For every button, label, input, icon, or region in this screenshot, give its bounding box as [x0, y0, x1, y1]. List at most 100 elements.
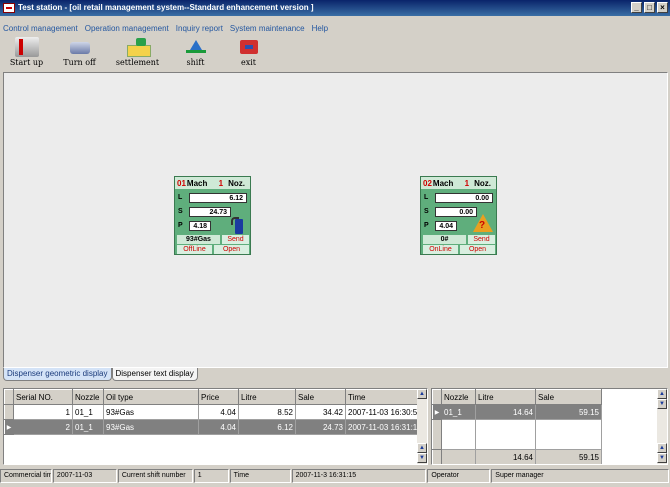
cell-sale: 34.42 — [295, 404, 346, 420]
column-header-sale[interactable]: Sale — [535, 389, 602, 405]
column-header-sale[interactable]: Sale — [295, 389, 346, 405]
exit-label: exit — [240, 58, 257, 67]
scroll-up-button[interactable]: ▲ — [657, 389, 667, 399]
window-controls: _ □ × — [631, 2, 668, 13]
row-indicator-arrow: ▶ — [432, 404, 442, 420]
table-row-selected[interactable]: ▶ 2 01_1 93#Gas 4.04 6.12 24.73 2007-11-… — [4, 419, 422, 435]
column-header-nozzle[interactable]: Nozzle — [441, 389, 476, 405]
scroll-down-button[interactable]: ▼ — [657, 453, 667, 463]
table-row-selected[interactable]: ▶ 01_1 14.64 59.15 — [432, 404, 658, 420]
settlement-label: settlement — [115, 58, 160, 67]
table-row[interactable]: 1 01_1 93#Gas 4.04 8.52 34.42 2007-11-03… — [4, 404, 422, 420]
display-tabs: Dispenser geometric display Dispenser te… — [3, 368, 198, 382]
open-button[interactable]: Open — [214, 245, 249, 254]
online-status-button[interactable]: OffLine — [177, 245, 212, 254]
menu-operation-management[interactable]: Operation management — [85, 24, 169, 33]
online-status-button[interactable]: OnLine — [423, 245, 458, 254]
total-litre: 14.64 — [475, 449, 536, 464]
dispenser-01[interactable]: 01 Mach 1 Noz. L 6.12 S 24.73 P 4.18 93#G… — [174, 176, 251, 255]
cell-serial: 1 — [13, 404, 73, 420]
cell-price: 4.04 — [198, 404, 239, 420]
cell-nozzle: 01_1 — [72, 404, 104, 420]
column-header-litre[interactable]: Litre — [475, 389, 536, 405]
window-title: Test station - [oil retail management sy… — [18, 3, 314, 12]
settlement-button[interactable]: settlement — [106, 37, 169, 70]
table-header-row: Nozzle Litre Sale — [432, 389, 658, 405]
menu-inquiry-report[interactable]: Inquiry report — [176, 24, 223, 33]
shift-icon — [184, 37, 208, 57]
nozzle-count: 1 — [464, 178, 470, 188]
column-header-nozzle[interactable]: Nozzle — [72, 389, 104, 405]
vertical-scrollbar[interactable]: ▲ ▼ ▲ ▼ — [657, 389, 667, 464]
nozzle-summary-grid: Nozzle Litre Sale ▶ 01_1 14.64 59.15 14.… — [431, 388, 668, 465]
column-header-litre[interactable]: Litre — [238, 389, 296, 405]
dispenser-02[interactable]: 02 Mach 1 Noz. L 0.00 S 0.00 P 4.04 0# Se… — [420, 176, 497, 255]
tab-text-display[interactable]: Dispenser text display — [111, 368, 198, 381]
cell-oil-type: 93#Gas — [103, 419, 199, 435]
start-up-button[interactable]: Start up — [0, 37, 53, 70]
send-button[interactable]: Send — [222, 235, 249, 244]
sale-value: 24.73 — [189, 207, 231, 217]
sale-value: 0.00 — [435, 207, 477, 217]
cell-sale: 24.73 — [295, 419, 346, 435]
shift-button[interactable]: shift — [169, 37, 222, 70]
menu-control-management[interactable]: Control management — [3, 24, 78, 33]
nozzle-summary-table: Nozzle Litre Sale ▶ 01_1 14.64 59.15 14.… — [432, 389, 658, 464]
minimize-button[interactable]: _ — [631, 2, 642, 13]
cell-sale: 59.15 — [535, 404, 602, 420]
warning-question-icon — [473, 214, 493, 234]
scroll-down-button[interactable]: ▼ — [657, 399, 667, 409]
cell-litre: 6.12 — [238, 419, 296, 435]
commercial-time-label: Commercial time — [0, 469, 52, 483]
column-header-serial[interactable]: Serial NO. — [13, 389, 73, 405]
tab-geometric-display[interactable]: Dispenser geometric display — [3, 368, 112, 381]
column-header-time[interactable]: Time — [345, 389, 422, 405]
exit-icon — [237, 37, 261, 57]
nozzle-count: 1 — [218, 178, 224, 188]
scroll-down-button[interactable]: ▼ — [417, 453, 427, 463]
status-bar: Commercial time 2007-11-03 Current shift… — [0, 469, 670, 485]
dispenser-mach-label: Mach — [186, 178, 208, 188]
cell-time: 2007-11-03 16:30:5 — [345, 404, 422, 420]
cell-litre: 8.52 — [238, 404, 296, 420]
toolbar: Start up Turn off settlement shift exit — [0, 37, 670, 70]
vertical-scrollbar[interactable]: ▲ ▲ ▼ — [417, 389, 427, 464]
column-header-oil-type[interactable]: Oil type — [103, 389, 199, 405]
title-bar: Test station - [oil retail management sy… — [0, 0, 670, 16]
menu-bar: Control management Operation management … — [0, 20, 670, 36]
price-key: P — [178, 222, 183, 229]
shift-number-value: 1 — [193, 469, 229, 483]
litre-value: 6.12 — [189, 193, 247, 203]
row-indicator — [4, 404, 14, 420]
cell-price: 4.04 — [198, 419, 239, 435]
menu-system-maintenance[interactable]: System maintenance — [230, 24, 305, 33]
price-value: 4.18 — [189, 221, 211, 231]
start-up-label: Start up — [9, 58, 44, 67]
scroll-up-button[interactable]: ▲ — [417, 389, 427, 399]
turn-off-icon — [68, 37, 92, 57]
menu-help[interactable]: Help — [312, 24, 328, 33]
shift-number-label: Current shift number — [117, 469, 193, 483]
dispenser-mach-label: Mach — [432, 178, 454, 188]
litre-key: L — [424, 194, 429, 201]
settlement-icon — [126, 37, 151, 57]
send-button[interactable]: Send — [468, 235, 495, 244]
column-header-price[interactable]: Price — [198, 389, 239, 405]
dispenser-header: 01 Mach 1 Noz. — [175, 177, 250, 189]
cell-oil-type: 93#Gas — [103, 404, 199, 420]
exit-button[interactable]: exit — [222, 37, 275, 70]
transaction-grid: Serial NO. Nozzle Oil type Price Litre S… — [3, 388, 428, 465]
operator-label: Operator — [427, 469, 491, 483]
scroll-up-button[interactable]: ▲ — [657, 443, 667, 453]
scroll-up-button[interactable]: ▲ — [417, 443, 427, 453]
nozzle-label: Noz. — [228, 178, 245, 188]
close-button[interactable]: × — [657, 2, 668, 13]
open-button[interactable]: Open — [460, 245, 495, 254]
turn-off-button[interactable]: Turn off — [53, 37, 106, 70]
app-icon — [3, 3, 15, 13]
dispenser-number: 01 — [177, 178, 186, 188]
litre-value: 0.00 — [435, 193, 493, 203]
operator-value: Super manager — [491, 469, 669, 483]
oil-type: 93#Gas — [177, 235, 220, 244]
maximize-button[interactable]: □ — [644, 2, 655, 13]
